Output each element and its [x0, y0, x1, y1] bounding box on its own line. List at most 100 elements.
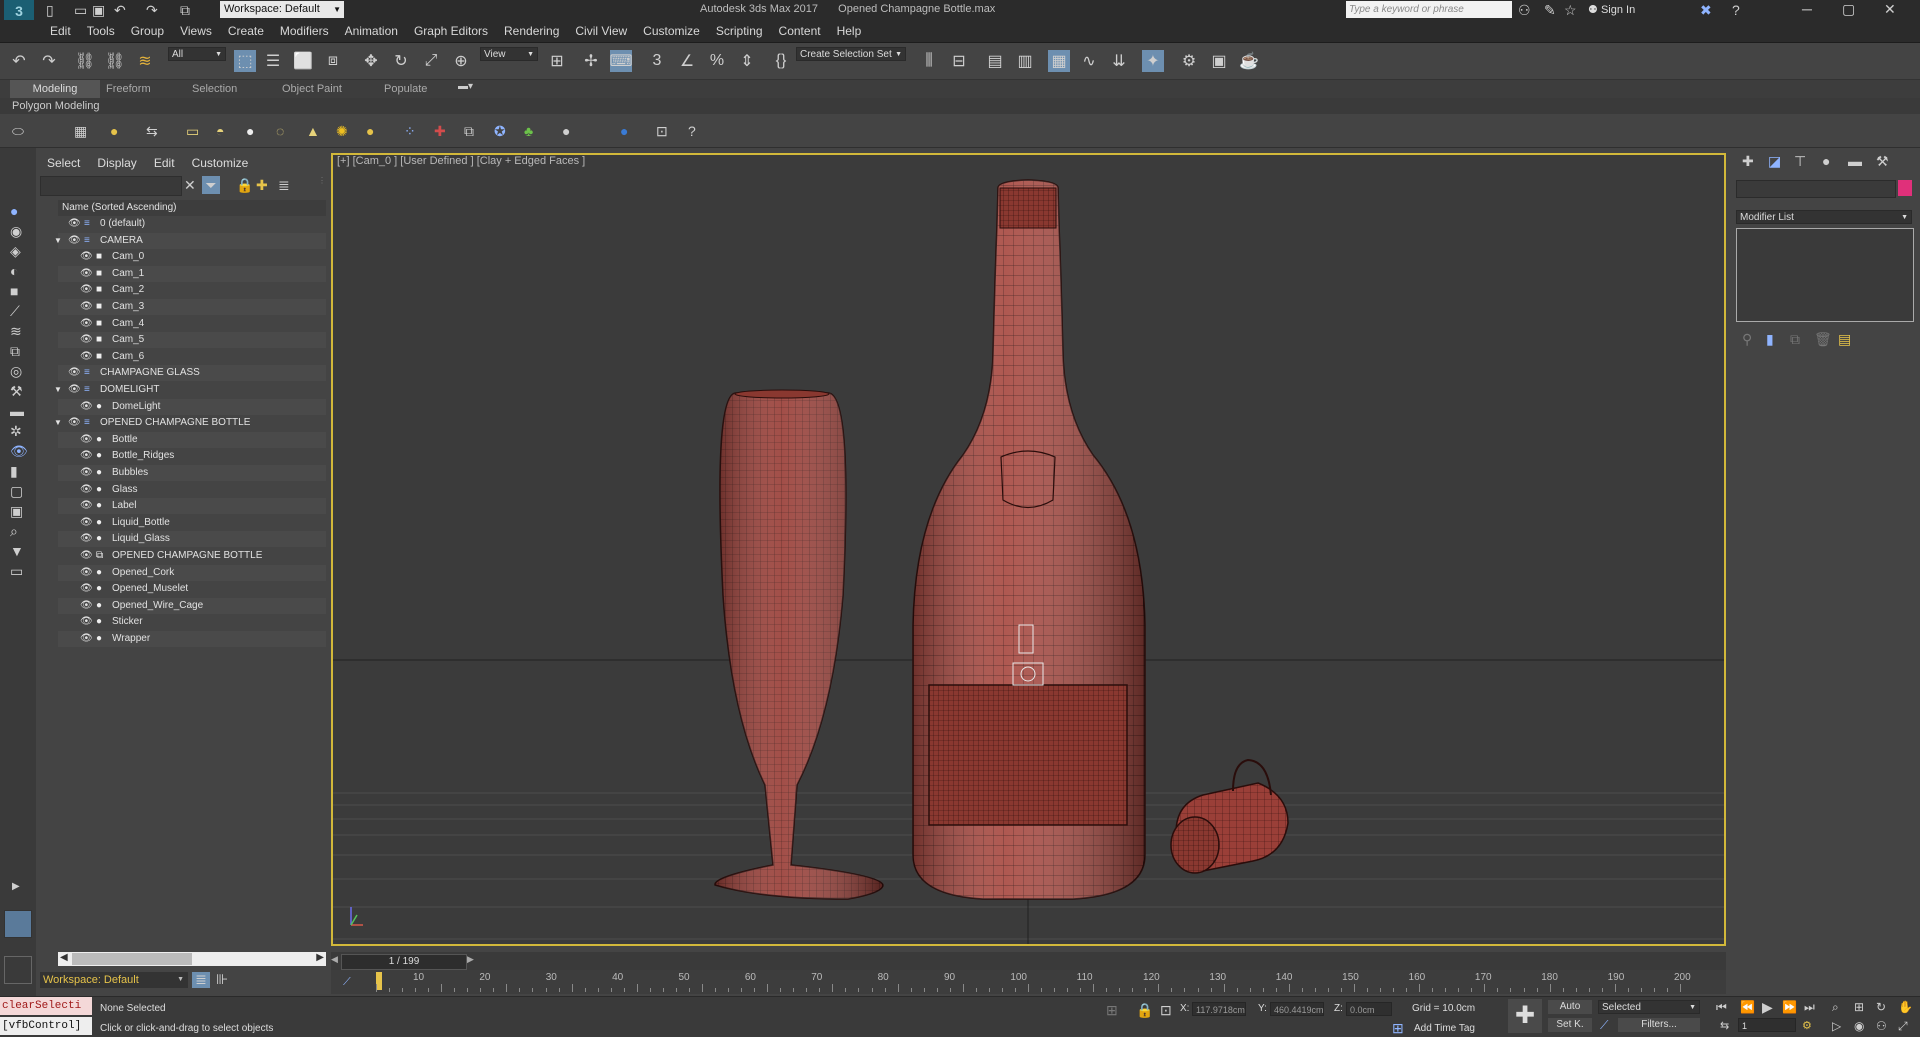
menu-edit[interactable]: Edit [147, 152, 182, 174]
material-editor-icon[interactable]: ✦ [1142, 50, 1164, 72]
select-by-name-icon[interactable]: ☰ [262, 50, 284, 72]
previous-key-icon[interactable]: ⏪ [1740, 1000, 1755, 1014]
open-file-icon[interactable]: ▭ [74, 3, 87, 17]
display-tab-icon[interactable]: ▬ [1848, 154, 1862, 168]
pan-icon[interactable]: ✋ [1898, 1000, 1913, 1014]
container-filter-icon[interactable]: ▬ [10, 404, 24, 418]
menu-display[interactable]: Display [90, 152, 143, 174]
tab-object-paint[interactable]: Object Paint [272, 80, 352, 98]
visibility-eye-icon[interactable]: 👁 [80, 399, 93, 415]
selection-lock-icon[interactable]: 🔒 [1136, 1003, 1153, 1017]
star-icon[interactable]: ☆ [1564, 3, 1577, 17]
visibility-eye-icon[interactable]: 👁 [68, 382, 81, 398]
named-selection-dropdown[interactable]: Create Selection Set ▼ [796, 47, 906, 61]
set-key-plus-icon[interactable]: ✚ [1508, 999, 1542, 1033]
viewport-layout-icon[interactable]: ⬭ [12, 124, 24, 138]
clear-search-icon[interactable]: ✕ [184, 178, 196, 192]
menu-graph-editors[interactable]: Graph Editors [406, 20, 496, 42]
expand-arrow-icon[interactable]: ▼ [54, 415, 62, 431]
auto-key-button[interactable]: Auto [1548, 1000, 1592, 1014]
isolate-selection-icon[interactable]: ⊞ [1106, 1003, 1118, 1017]
time-config-icon[interactable]: ⚙ [1802, 1019, 1812, 1033]
tree-row[interactable]: 👁 ≡ 0 (default) [58, 216, 326, 232]
visibility-eye-icon[interactable]: 👁 [80, 548, 93, 564]
visibility-eye-icon[interactable]: 👁 [80, 531, 93, 547]
move-icon[interactable]: ✥ [360, 50, 382, 72]
visibility-eye-icon[interactable]: 👁 [68, 233, 81, 249]
vray-light-icon[interactable]: ● [620, 124, 628, 138]
modifier-stack[interactable] [1736, 228, 1914, 322]
redo-icon[interactable]: ↷ [146, 3, 158, 17]
binoculars-icon[interactable]: ⚇ [1518, 3, 1531, 17]
zoom-all-icon[interactable]: ⊞ [1854, 1000, 1864, 1014]
new-file-icon[interactable]: ▯ [46, 3, 54, 17]
tree-row[interactable]: ▼ 👁 ≡ CAMERA [54, 232, 326, 249]
hierarchy-toggle-icon[interactable]: ⊪ [216, 972, 228, 986]
make-unique-icon[interactable]: ⧉ [1790, 332, 1800, 346]
select-all-icon[interactable]: ▣ [10, 504, 23, 518]
close-icon[interactable]: ✕ [1884, 2, 1896, 16]
spinner-snap-icon[interactable]: ⇕ [736, 50, 758, 72]
frozen-filter-icon[interactable]: ▮ [10, 464, 18, 478]
select-none-icon[interactable]: ⌕ [10, 524, 18, 538]
tree-row[interactable]: 👁 ■ Cam_2 [58, 282, 326, 298]
object-color-swatch[interactable] [1898, 180, 1912, 196]
minimize-icon[interactable]: ─ [1802, 2, 1812, 16]
layer-stack-icon[interactable]: ≣ [278, 178, 290, 192]
orbit-icon[interactable]: ↻ [1876, 1000, 1886, 1014]
rotate-icon[interactable]: ↻ [390, 50, 412, 72]
dome-icon[interactable]: ◓ [216, 124, 224, 138]
tree-row[interactable]: 👁 ● Wrapper [58, 631, 326, 647]
shape-filter-icon[interactable]: ◈ [10, 244, 21, 258]
viewport-camera[interactable]: [+] [Cam_0 ] [User Defined ] [Clay + Edg… [331, 153, 1726, 946]
display-none-icon[interactable]: ● [10, 204, 18, 218]
go-to-end-icon[interactable]: ⏭ [1804, 1000, 1815, 1014]
helpers-icon[interactable]: ⇆ [146, 124, 158, 138]
visibility-eye-icon[interactable]: 👁 [80, 482, 93, 498]
group-filter-icon[interactable]: ⧉ [10, 344, 20, 358]
show-end-result-icon[interactable]: ▮ [1766, 332, 1774, 346]
play-icon[interactable]: ▶ [1762, 1000, 1773, 1014]
save-icon[interactable]: ▣ [92, 3, 105, 17]
angle-snap-icon[interactable]: ∠ [676, 50, 698, 72]
modifier-list-dropdown[interactable]: Modifier List ▼ [1736, 210, 1912, 224]
time-slider-thumb[interactable]: 1 / 199 [341, 954, 467, 970]
menu-content[interactable]: Content [771, 20, 829, 42]
tree-row[interactable]: 👁 ● Bottle [58, 431, 326, 448]
bind-space-warp-icon[interactable]: ≋ [134, 50, 156, 72]
sun-icon[interactable]: ✺ [336, 124, 348, 138]
maxscript-listener[interactable]: clearSelecti [vfbControl] [0, 997, 92, 1035]
help-search-input[interactable]: Type a keyword or phrase [1346, 1, 1512, 18]
visibility-eye-icon[interactable]: 👁 [80, 316, 93, 332]
select-manipulate-icon[interactable]: ✢ [580, 50, 602, 72]
absolute-mode-icon[interactable]: ⊡ [1160, 1003, 1172, 1017]
expand-arrow-icon[interactable]: ▼ [54, 382, 62, 398]
edit-named-selection-icon[interactable]: {} [770, 50, 792, 72]
help-icon[interactable]: ? [1732, 3, 1740, 17]
add-layer-icon[interactable]: ✚ [256, 178, 268, 192]
viewport-thumbnail-icon[interactable] [4, 910, 32, 938]
link-icon[interactable]: ⛓ [74, 50, 96, 72]
track-bar[interactable]: ⟋ 10 20 30 40 50 60 70 80 90 100 110 120 130 140 150 16… [331, 970, 1726, 994]
particle-icon[interactable]: ⁘ [404, 124, 416, 138]
workspace-dropdown[interactable]: Workspace: Default ▼ [220, 1, 344, 18]
hierarchy-tab-icon[interactable]: ⊤ [1794, 154, 1806, 168]
visibility-eye-icon[interactable]: 👁 [80, 581, 93, 597]
hidden-filter-icon[interactable]: 👁 [10, 444, 28, 458]
snap-toggle-icon[interactable]: 3 [646, 50, 668, 72]
scroll-left-icon[interactable]: ◀ [60, 952, 68, 963]
torus-icon[interactable]: ◌ [276, 124, 284, 138]
project-icon[interactable]: ⧉ [180, 3, 190, 17]
light-bulb-icon[interactable]: ● [110, 124, 118, 138]
add-time-tag[interactable]: Add Time Tag [1414, 1023, 1475, 1034]
tree-row[interactable]: 👁 ■ Cam_5 [58, 332, 326, 349]
sphere-icon[interactable]: ● [246, 124, 254, 138]
ribbon-panel-label[interactable]: Polygon Modeling [0, 98, 1920, 114]
maxscript-line-2[interactable]: [vfbControl] [0, 1017, 92, 1035]
create-tab-icon[interactable]: ✚ [1742, 154, 1754, 168]
calculator-icon[interactable]: ▦ [74, 124, 87, 138]
tree-row[interactable]: 👁 ● DomeLight [58, 398, 326, 415]
visibility-eye-icon[interactable]: 👁 [80, 349, 93, 365]
camera-filter-icon[interactable]: ■ [10, 284, 18, 298]
add-time-tag-icon[interactable]: ⊞ [1392, 1021, 1404, 1035]
